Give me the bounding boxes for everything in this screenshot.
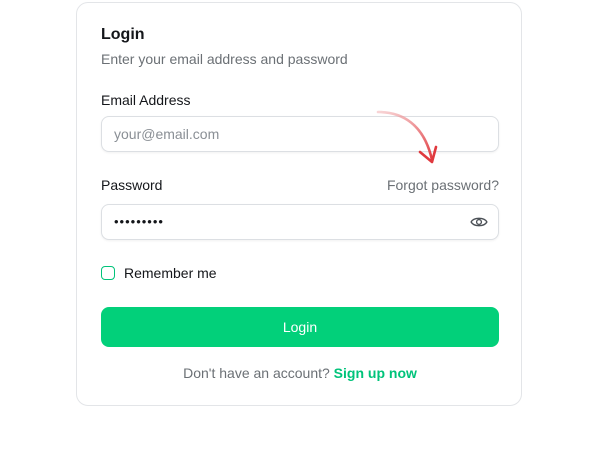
password-label: Password xyxy=(101,177,163,193)
remember-me-checkbox[interactable] xyxy=(101,266,115,280)
forgot-password-link[interactable]: Forgot password? xyxy=(387,177,499,193)
page: Login Enter your email address and passw… xyxy=(0,0,600,450)
login-button[interactable]: Login xyxy=(101,307,499,347)
password-field[interactable]: ••••••••• xyxy=(101,204,499,240)
eye-icon[interactable] xyxy=(470,214,488,230)
login-card: Login Enter your email address and passw… xyxy=(76,2,522,406)
signup-prompt: Don't have an account? xyxy=(183,365,330,381)
login-subtitle: Enter your email address and password xyxy=(101,51,348,67)
remember-me-row[interactable]: Remember me xyxy=(101,265,217,281)
login-title: Login xyxy=(101,26,145,43)
signup-row: Don't have an account? Sign up now xyxy=(77,365,523,381)
signup-link[interactable]: Sign up now xyxy=(334,365,417,381)
remember-me-label: Remember me xyxy=(124,265,217,281)
email-input[interactable] xyxy=(102,117,498,151)
email-label: Email Address xyxy=(101,92,191,108)
password-mask: ••••••••• xyxy=(114,214,164,229)
email-field-wrapper xyxy=(101,116,499,152)
